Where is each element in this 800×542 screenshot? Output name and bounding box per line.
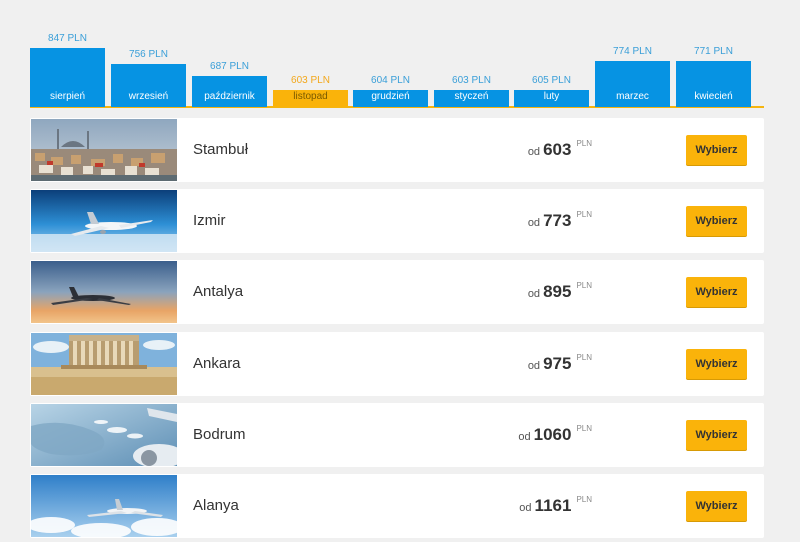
destination-price: od 895 PLN [527,281,592,302]
month-price-chart: 847 PLN sierpień 756 PLN wrzesień 687 PL… [30,28,764,110]
month-price-label: 605 PLN [532,75,571,86]
price-currency: PLN [576,139,592,148]
destination-city: Stambuł [193,141,249,158]
destination-city: Ankara [193,355,241,372]
destination-price: od 1161 PLN [519,495,592,516]
price-from-label: od [527,288,541,300]
select-destination-button[interactable]: Wybierz [686,420,747,450]
month-wrzesien[interactable]: 756 PLN wrzesień [111,48,186,107]
price-amount: 603 [543,140,572,159]
destination-price: od 773 PLN [527,210,592,231]
month-name: sierpień [49,91,86,102]
month-kwiecien[interactable]: 771 PLN kwiecień [676,45,751,107]
month-name: marzec [616,91,649,102]
month-name: styczeń [454,91,489,102]
price-from-label: od [519,502,532,514]
destination-row: Antalya od 895 PLN Wybierz [30,260,764,324]
month-pazdziernik[interactable]: 687 PLN październik [192,60,267,107]
destination-city: Izmir [193,212,226,229]
price-amount: 1060 [533,425,572,444]
month-name: wrzesień [128,91,169,102]
price-amount: 975 [543,354,572,373]
price-from-label: od [527,217,541,229]
price-currency: PLN [576,281,592,290]
destination-row: Ankara od 975 PLN Wybierz [30,332,764,396]
destination-row: Stambuł od 603 PLN Wybierz [30,118,764,182]
price-currency: PLN [576,495,592,504]
destination-row: Bodrum od 1060 PLN Wybierz [30,403,764,467]
price-currency: PLN [576,353,592,362]
price-amount: 1161 [534,496,572,515]
month-price-label: 774 PLN [613,46,652,57]
month-sierpien[interactable]: 847 PLN sierpień [30,32,105,107]
select-destination-button[interactable]: Wybierz [686,277,747,307]
destination-row: Alanya od 1161 PLN Wybierz [30,474,764,538]
month-price-label: 756 PLN [129,49,168,60]
month-marzec[interactable]: 774 PLN marzec [595,45,670,107]
month-name: grudzień [371,91,410,102]
month-price-label: 603 PLN [291,75,330,86]
destination-city: Bodrum [193,426,246,443]
month-name: listopad [293,91,328,102]
month-name: luty [543,91,560,102]
price-currency: PLN [576,424,592,433]
destination-row: Izmir od 773 PLN Wybierz [30,189,764,253]
destination-photo [31,261,177,323]
destination-photo [31,333,177,395]
price-from-label: od [527,146,541,158]
destination-price: od 603 PLN [527,139,592,160]
destination-price: od 1060 PLN [518,424,592,445]
destination-photo [31,404,177,466]
destination-photo [31,190,177,252]
month-luty[interactable]: 605 PLN luty [514,74,589,107]
month-price-label: 847 PLN [48,33,87,44]
month-price-label: 771 PLN [694,46,733,57]
destination-photo [31,475,177,537]
month-name: październik [204,91,255,102]
month-grudzien[interactable]: 604 PLN grudzień [353,74,428,107]
destination-price: od 975 PLN [527,353,592,374]
price-currency: PLN [576,210,592,219]
month-name: kwiecień [694,91,733,102]
price-amount: 773 [543,211,572,230]
month-price-label: 604 PLN [371,75,410,86]
price-from-label: od [527,360,541,372]
select-destination-button[interactable]: Wybierz [686,206,747,236]
price-amount: 895 [543,282,572,301]
month-price-label: 603 PLN [452,75,491,86]
month-price-label: 687 PLN [210,61,249,72]
select-destination-button[interactable]: Wybierz [686,135,747,165]
destination-photo [31,119,177,181]
destination-city: Alanya [193,497,239,514]
month-listopad[interactable]: 603 PLN listopad [273,74,348,107]
destination-city: Antalya [193,283,244,300]
select-destination-button[interactable]: Wybierz [686,349,747,379]
month-styczen[interactable]: 603 PLN styczeń [434,74,509,107]
price-from-label: od [518,431,531,443]
select-destination-button[interactable]: Wybierz [686,491,747,521]
